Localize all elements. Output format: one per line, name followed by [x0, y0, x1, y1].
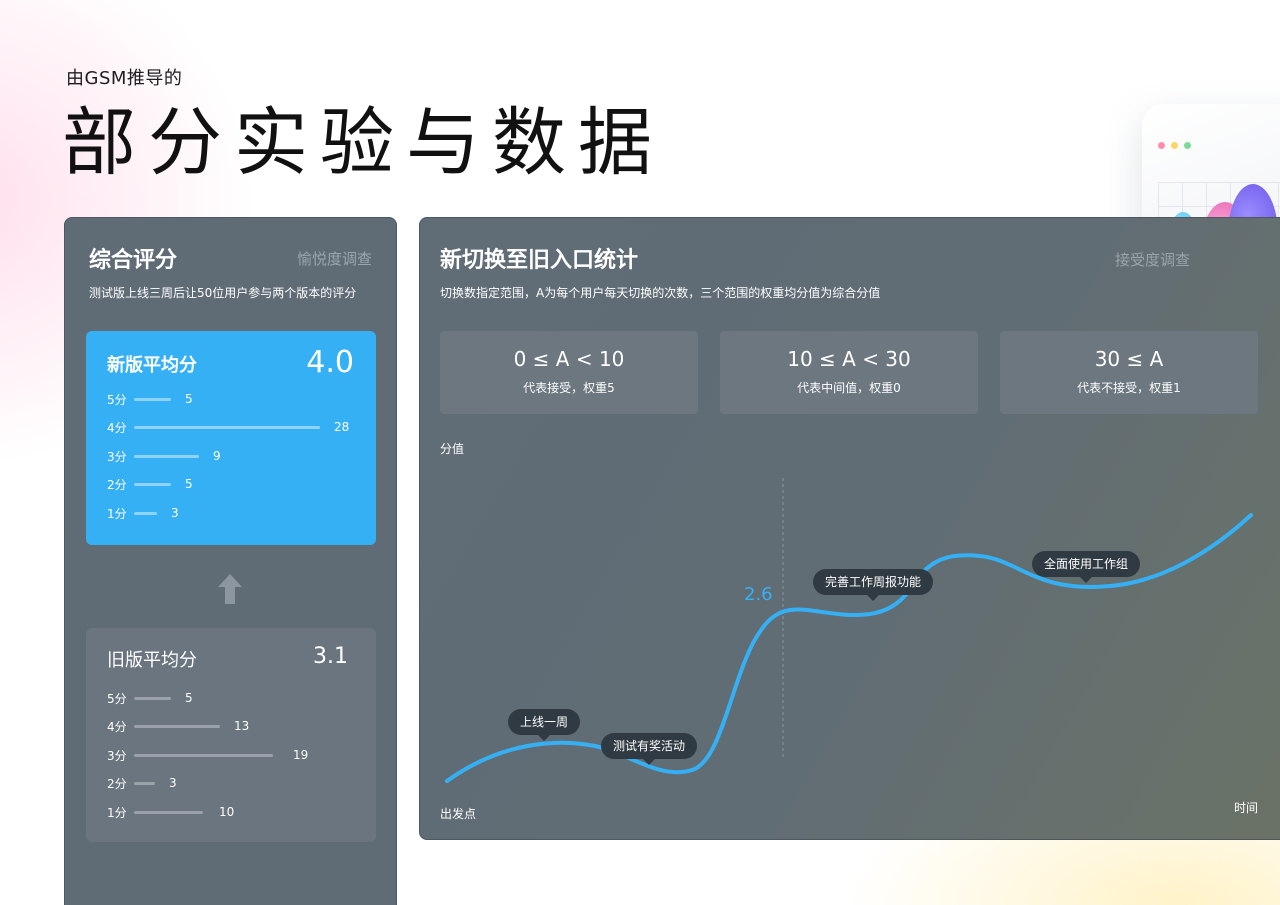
overall-score-panel: 综合评分 愉悦度调查 测试版上线三周后让50位用户参与两个版本的评分 新版平均分… — [64, 217, 397, 905]
arrow-up-icon — [218, 574, 242, 604]
rating-count: 3 — [171, 506, 179, 520]
rating-bar — [134, 454, 199, 458]
rating-label: 3分 — [107, 449, 127, 464]
old-version-score: 3.1 — [313, 644, 348, 669]
new-version-score-card: 新版平均分 4.0 5分 5 4分 28 3分 9 2分 5 1分 3 — [86, 331, 376, 545]
page-title: 部分实验与数据 — [62, 100, 664, 186]
page-subtitle: 由GSM推导的 — [66, 68, 183, 89]
rating-bar — [134, 425, 320, 429]
rating-count: 19 — [293, 748, 309, 762]
chart-value-label: 2.6 — [744, 584, 773, 605]
old-version-label: 旧版平均分 — [107, 650, 197, 671]
old-dist-row: 4分 13 — [107, 718, 249, 734]
rating-bar — [134, 781, 155, 785]
overall-score-description: 测试版上线三周后让50位用户参与两个版本的评分 — [89, 286, 357, 300]
rating-label: 1分 — [107, 805, 127, 820]
old-dist-row: 1分 10 — [107, 804, 234, 820]
new-version-label: 新版平均分 — [107, 355, 197, 376]
rating-bar — [134, 724, 220, 728]
new-version-score: 4.0 — [306, 345, 354, 380]
rating-label: 4分 — [107, 420, 127, 435]
rating-bar — [134, 810, 203, 814]
rating-count: 9 — [213, 449, 221, 463]
old-dist-row: 2分 3 — [107, 775, 177, 791]
rating-label: 3分 — [107, 748, 127, 763]
event-label-workgroup: 全面使用工作组 — [1032, 551, 1141, 583]
rating-bar — [134, 696, 171, 700]
overall-score-title: 综合评分 — [89, 248, 178, 273]
new-dist-row: 4分 28 — [107, 419, 349, 435]
rating-count: 3 — [169, 776, 177, 790]
rating-label: 4分 — [107, 719, 127, 734]
event-label-weekly-report: 完善工作周报功能 — [813, 569, 934, 601]
rating-label: 5分 — [107, 691, 127, 706]
old-dist-row: 5分 5 — [107, 690, 193, 706]
new-dist-row: 2分 5 — [107, 476, 193, 492]
rating-label: 5分 — [107, 392, 127, 407]
old-version-score-card: 旧版平均分 3.1 5分 5 4分 13 3分 19 2分 3 1分 10 — [86, 628, 376, 842]
rating-bar — [134, 511, 157, 515]
switch-statistics-panel: 新切换至旧入口统计 接受度调查 切换数指定范围，A为每个用户每天切换的次数，三个… — [419, 217, 1280, 840]
rating-label: 2分 — [107, 477, 127, 492]
rating-count: 5 — [185, 392, 193, 406]
rating-count: 13 — [234, 719, 250, 733]
rating-label: 2分 — [107, 776, 127, 791]
rating-bar — [134, 482, 171, 486]
rating-label: 1分 — [107, 506, 127, 521]
rating-count: 28 — [334, 420, 350, 434]
rating-bar — [134, 753, 273, 757]
new-dist-row: 3分 9 — [107, 448, 221, 464]
rating-count: 5 — [185, 691, 193, 705]
new-dist-row: 5分 5 — [107, 391, 193, 407]
rating-count: 10 — [219, 805, 235, 819]
rating-count: 5 — [185, 477, 193, 491]
satisfaction-survey-tag: 愉悦度调查 — [296, 250, 372, 268]
chart-x-start-label: 出发点 — [440, 807, 477, 821]
old-dist-row: 3分 19 — [107, 747, 308, 763]
event-label-launch-week: 上线一周 — [508, 709, 581, 741]
event-label-reward-activity: 测试有奖活动 — [601, 733, 698, 765]
chart-x-end-label: 时间 — [1234, 801, 1259, 815]
trend-chart — [445, 478, 1253, 783]
rating-bar — [134, 397, 171, 401]
new-dist-row: 1分 3 — [107, 505, 179, 521]
